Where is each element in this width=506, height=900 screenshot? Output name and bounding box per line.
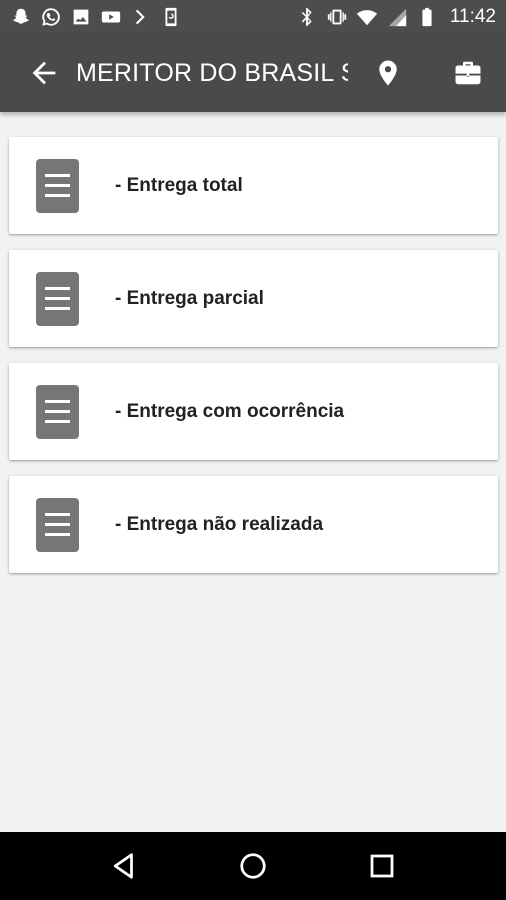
option-label: - Entrega não realizada [115, 513, 324, 535]
nav-home-button[interactable] [223, 836, 283, 896]
option-entrega-total[interactable]: - Entrega total [9, 137, 498, 234]
page-title: MERITOR DO BRASIL S... [76, 58, 348, 87]
status-time: 11:42 [449, 6, 496, 27]
option-label: - Entrega total [115, 174, 243, 196]
document-icon [36, 271, 79, 326]
briefcase-icon [455, 61, 481, 85]
nav-recents-button[interactable] [352, 836, 412, 896]
briefcase-button[interactable] [440, 34, 496, 112]
chevron-right-icon [130, 6, 152, 28]
snapchat-icon [10, 6, 32, 28]
signal-icon [386, 6, 408, 28]
app-bar: MERITOR DO BRASIL S... [0, 34, 506, 112]
system-icons: 11:42 [296, 6, 496, 28]
option-entrega-parcial[interactable]: - Entrega parcial [9, 250, 498, 347]
option-label: - Entrega parcial [115, 287, 264, 309]
status-bar: 11:42 [0, 0, 506, 34]
location-pin-icon [379, 60, 397, 86]
battery-icon [416, 6, 438, 28]
home-circle-icon [240, 853, 266, 879]
delivery-options-list: - Entrega total - Entrega parcial - Entr… [9, 137, 498, 589]
nav-back-button[interactable] [94, 836, 154, 896]
document-icon [36, 497, 79, 552]
option-entrega-nao-realizada[interactable]: - Entrega não realizada [9, 476, 498, 573]
document-icon [36, 158, 79, 213]
phone-sync-icon [160, 6, 182, 28]
document-icon [36, 384, 79, 439]
wifi-icon [356, 6, 378, 28]
youtube-icon [100, 6, 122, 28]
gallery-icon [70, 6, 92, 28]
option-entrega-com-ocorrencia[interactable]: - Entrega com ocorrência [9, 363, 498, 460]
back-arrow-icon [32, 61, 56, 85]
navigation-bar [0, 832, 506, 900]
location-button[interactable] [360, 34, 416, 112]
vibrate-icon [326, 6, 348, 28]
recents-square-icon [370, 854, 394, 878]
bluetooth-icon [296, 6, 318, 28]
whatsapp-icon [40, 6, 62, 28]
notification-icons [10, 6, 182, 28]
option-label: - Entrega com ocorrência [115, 400, 345, 422]
back-triangle-icon [114, 853, 134, 879]
back-button[interactable] [14, 34, 74, 112]
